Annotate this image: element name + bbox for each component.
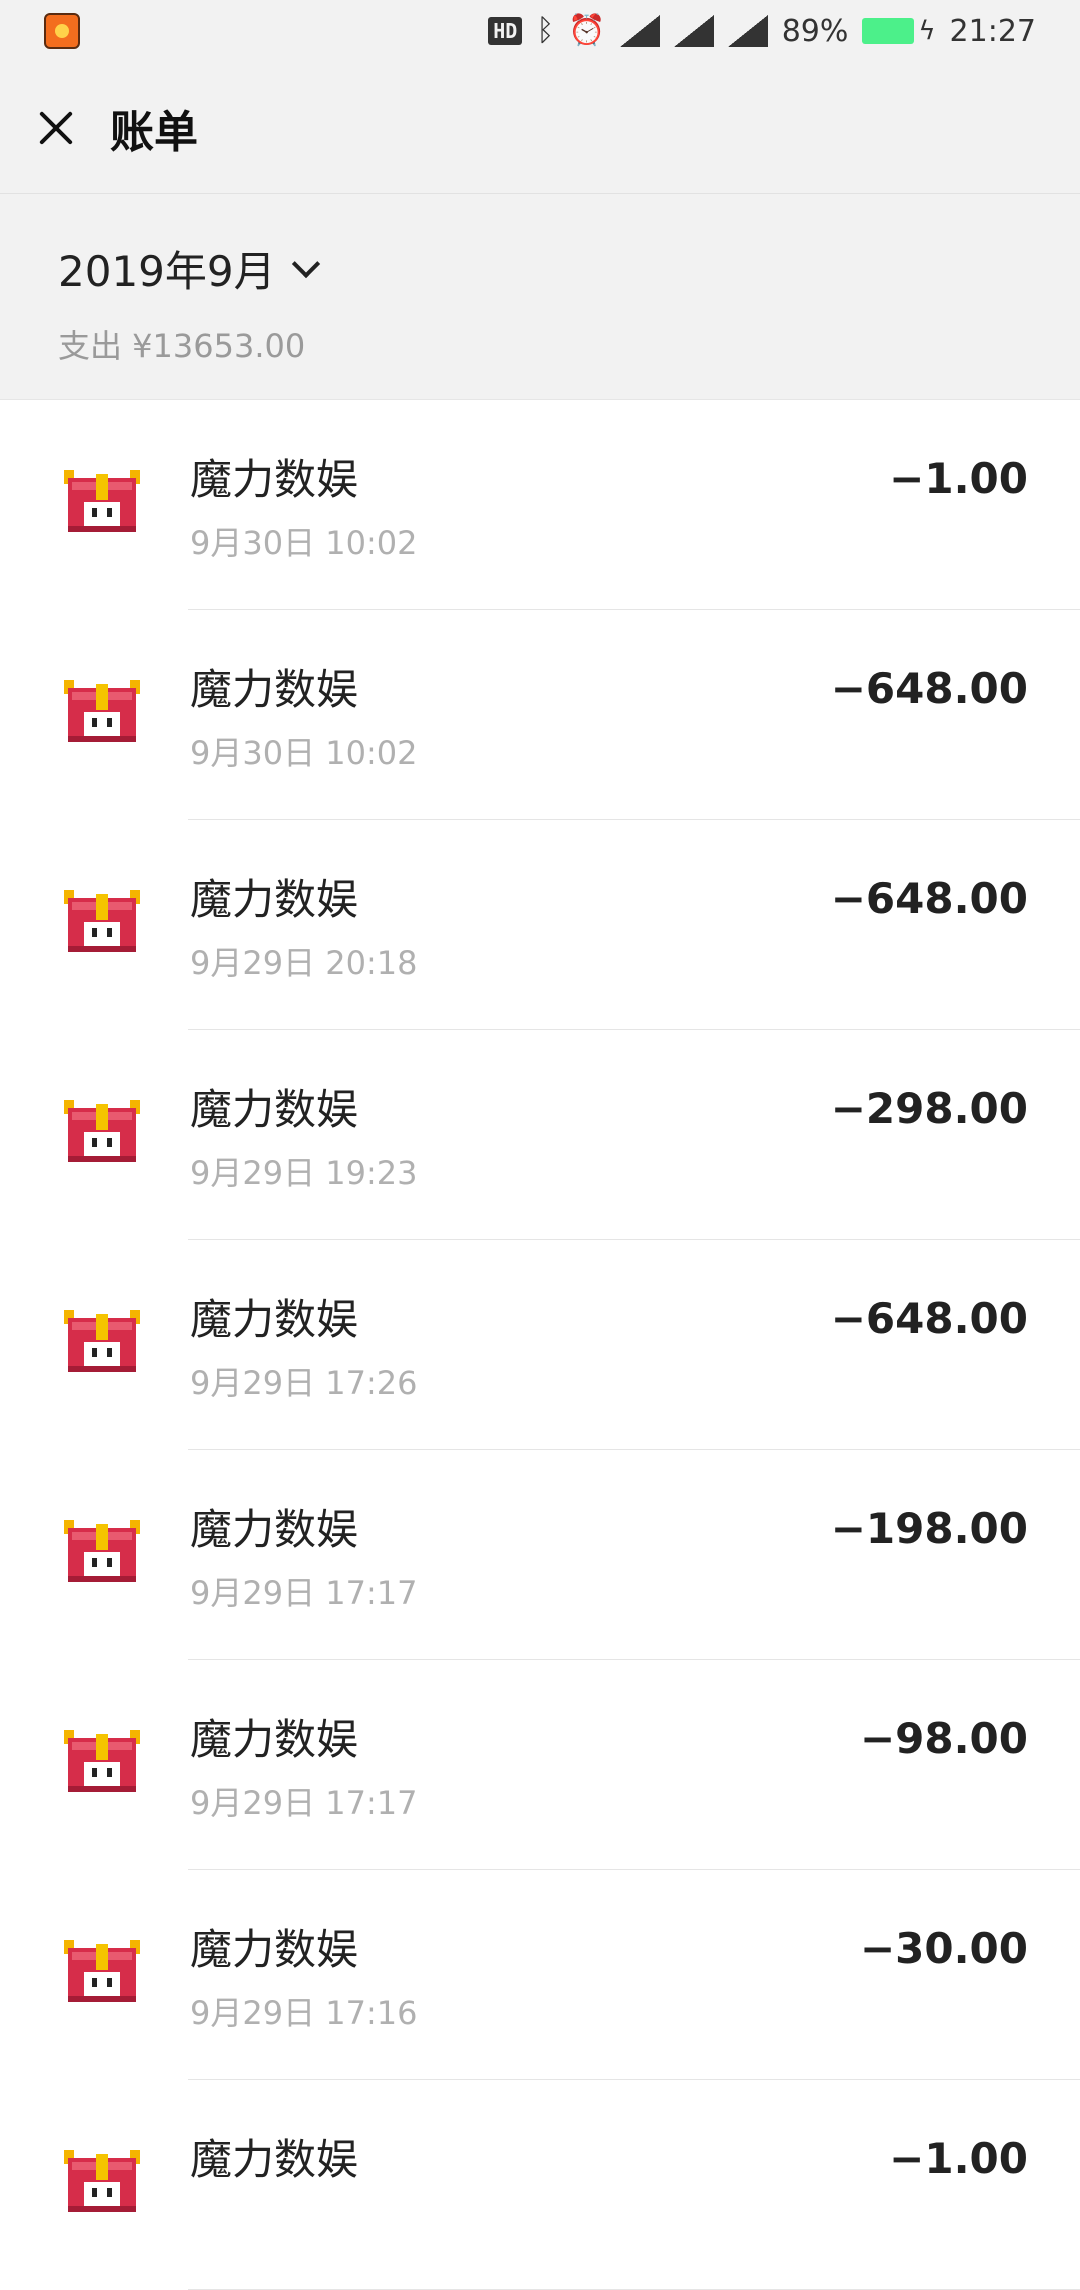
merchant-avatar (50, 2128, 154, 2232)
transaction-list: 魔力数娱 9月30日 10:02 −1.00 魔力数娱 9月30日 10:02 … (0, 400, 1080, 2290)
merchant-logo-icon (64, 1310, 140, 1372)
close-icon[interactable] (26, 98, 86, 158)
merchant-avatar (50, 868, 154, 972)
merchant-name: 魔力数娱 (190, 1715, 359, 1764)
merchant-logo-icon (64, 2150, 140, 2212)
merchant-logo-icon (64, 1940, 140, 2002)
transaction-row[interactable]: 魔力数娱 9月29日 17:17 −98.00 (0, 1660, 1080, 1870)
transaction-row[interactable]: 魔力数娱 9月29日 17:17 −198.00 (0, 1450, 1080, 1660)
transaction-row[interactable]: 魔力数娱 −1.00 (0, 2080, 1080, 2290)
transaction-row[interactable]: 魔力数娱 9月29日 19:23 −298.00 (0, 1030, 1080, 1240)
cell-signal-icon (727, 15, 768, 47)
transaction-datetime: 9月29日 17:26 (190, 1364, 418, 1402)
merchant-logo-icon (64, 1730, 140, 1792)
merchant-avatar (50, 1708, 154, 1812)
chevron-down-icon (291, 249, 320, 278)
transaction-amount: −1.00 (889, 2134, 1028, 2183)
merchant-name: 魔力数娱 (190, 1925, 359, 1974)
alarm-icon: ⏰ (568, 13, 606, 48)
transaction-datetime: 9月29日 17:17 (190, 1574, 418, 1612)
merchant-name: 魔力数娱 (190, 875, 359, 924)
transaction-row[interactable]: 魔力数娱 9月30日 10:02 −648.00 (0, 610, 1080, 820)
merchant-logo-icon (64, 680, 140, 742)
transaction-row[interactable]: 魔力数娱 9月29日 17:26 −648.00 (0, 1240, 1080, 1450)
page-title: 账单 (110, 106, 198, 158)
transaction-amount: −198.00 (830, 1504, 1028, 1553)
merchant-avatar (50, 1078, 154, 1182)
merchant-avatar (50, 448, 154, 552)
transaction-datetime: 9月29日 19:23 (190, 1154, 418, 1192)
transaction-row[interactable]: 魔力数娱 9月30日 10:02 −1.00 (0, 400, 1080, 610)
cell-signal-icon (673, 15, 714, 47)
merchant-name: 魔力数娱 (190, 2135, 359, 2184)
merchant-logo-icon (64, 1100, 140, 1162)
transaction-amount: −98.00 (859, 1714, 1028, 1763)
clock: 21:27 (949, 13, 1036, 49)
merchant-name: 魔力数娱 (190, 455, 359, 504)
transaction-datetime: 9月30日 10:02 (190, 524, 418, 562)
merchant-name: 魔力数娱 (190, 1505, 359, 1554)
transaction-row[interactable]: 魔力数娱 9月29日 20:18 −648.00 (0, 820, 1080, 1030)
month-summary: 2019年9月 支出 ¥13653.00 (0, 194, 1080, 400)
wifi-icon (619, 15, 660, 47)
transaction-datetime: 9月29日 17:17 (190, 1784, 418, 1822)
transaction-amount: −648.00 (830, 1294, 1028, 1343)
charging-icon: ϟ (918, 16, 936, 46)
game-app-icon (44, 13, 80, 49)
merchant-logo-icon (64, 890, 140, 952)
status-indicators: HD ᛒ ⏰ 89% ϟ 21:27 (488, 14, 1036, 49)
transaction-amount: −298.00 (830, 1084, 1028, 1133)
transaction-amount: −30.00 (859, 1924, 1028, 1973)
merchant-name: 魔力数娱 (190, 1295, 359, 1344)
merchant-name: 魔力数娱 (190, 665, 359, 714)
header: 账单 (0, 62, 1080, 194)
merchant-logo-icon (64, 470, 140, 532)
bluetooth-icon: ᛒ (536, 13, 555, 48)
monthly-spend: 支出 ¥13653.00 (58, 327, 306, 365)
hd-badge: HD (488, 17, 523, 45)
transaction-amount: −648.00 (830, 874, 1028, 923)
month-label: 2019年9月 (58, 247, 276, 296)
transaction-datetime: 9月29日 20:18 (190, 944, 418, 982)
month-picker[interactable]: 2019年9月 (58, 238, 320, 299)
transaction-datetime: 9月29日 17:16 (190, 1994, 418, 2032)
battery-percent: 89% (781, 13, 849, 49)
merchant-name: 魔力数娱 (190, 1085, 359, 1134)
transaction-datetime: 9月30日 10:02 (190, 734, 418, 772)
merchant-avatar (50, 658, 154, 762)
merchant-avatar (50, 1498, 154, 1602)
transaction-row[interactable]: 魔力数娱 9月29日 17:16 −30.00 (0, 1870, 1080, 2080)
merchant-avatar (50, 1918, 154, 2022)
status-bar: HD ᛒ ⏰ 89% ϟ 21:27 (0, 0, 1080, 62)
merchant-avatar (50, 1288, 154, 1392)
transaction-amount: −1.00 (889, 454, 1028, 503)
transaction-amount: −648.00 (830, 664, 1028, 713)
battery-icon (862, 18, 915, 44)
merchant-logo-icon (64, 1520, 140, 1582)
